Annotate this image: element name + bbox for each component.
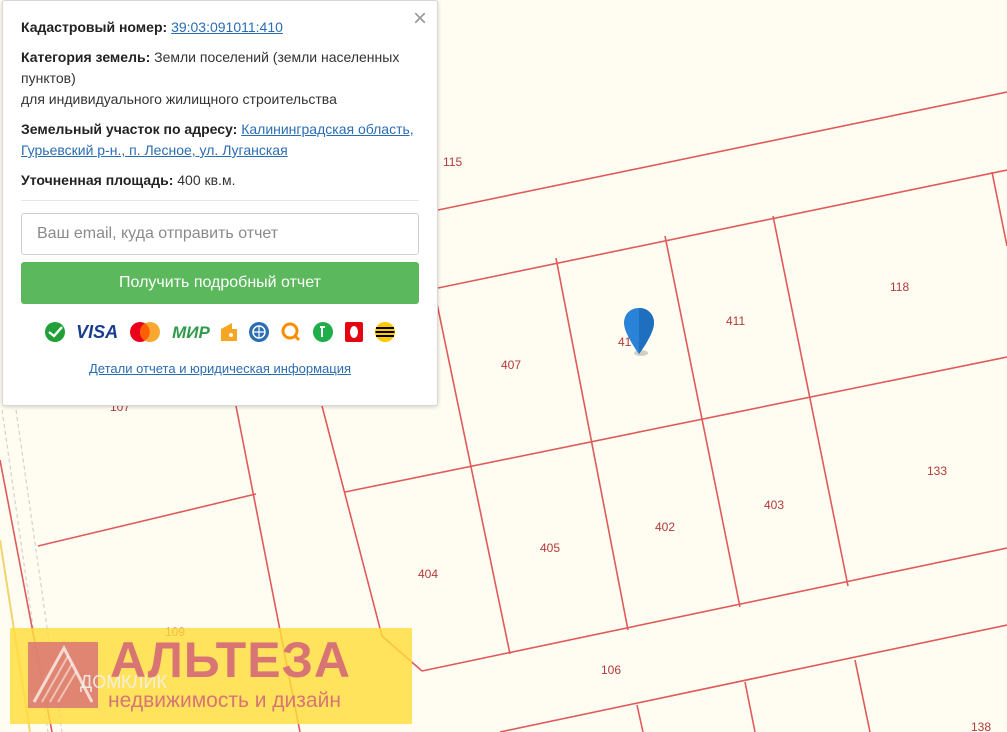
mir-icon: МИР — [172, 322, 210, 342]
parcel-boundary — [499, 624, 1007, 732]
plot-label: 403 — [764, 498, 784, 512]
parcel-boundary — [555, 257, 629, 631]
plot-label: 404 — [418, 567, 438, 581]
parcel-boundary — [437, 91, 1007, 211]
cadastral-number-link[interactable]: 39:03:091011:410 — [171, 19, 283, 35]
mastercard-icon — [128, 321, 162, 343]
cadastral-number-label: Кадастровый номер: — [21, 19, 168, 35]
plot-label: 133 — [927, 464, 947, 478]
plot-label: 115 — [443, 155, 462, 169]
plot-label: 407 — [501, 358, 521, 372]
parcel-info-popup: × Кадастровый номер: 39:03:091011:410 Ка… — [2, 0, 438, 406]
divider — [21, 200, 419, 201]
location-pin-icon[interactable] — [622, 306, 656, 358]
parcel-boundary — [744, 681, 756, 732]
land-use-value: для индивидуального жилищного строительс… — [21, 91, 337, 107]
payment-methods: VISA МИР — [21, 320, 419, 344]
parcel-boundary — [991, 171, 1007, 247]
address-label: Земельный участок по адресу: — [21, 121, 238, 137]
watermark-title: АЛЬТЕЗА — [110, 632, 352, 688]
parcel-boundary — [636, 704, 644, 732]
qiwi-icon — [280, 321, 302, 343]
parcel-boundary — [429, 269, 511, 655]
mts-icon — [344, 321, 364, 343]
parcel-boundary — [854, 659, 871, 732]
parcel-boundary — [37, 493, 257, 547]
sberbank-online-icon — [312, 321, 334, 343]
parcel-boundary — [437, 169, 1007, 289]
email-input[interactable] — [21, 213, 419, 255]
plot-label: 118 — [890, 280, 909, 294]
sberbank-icon — [44, 321, 66, 343]
plot-label: 138 — [971, 720, 991, 732]
area-label: Уточненная площадь: — [21, 172, 174, 188]
land-category-row: Категория земель: Земли поселений (земли… — [21, 47, 419, 110]
webmoney-icon — [248, 321, 270, 343]
area-row: Уточненная площадь: 400 кв.м. — [21, 170, 419, 191]
yandex-money-icon — [220, 321, 238, 343]
close-icon[interactable]: × — [413, 7, 427, 31]
report-details-link[interactable]: Детали отчета и юридическая информация — [21, 358, 419, 379]
parcel-boundary — [344, 356, 1007, 493]
parcel-boundary — [772, 215, 849, 587]
watermark-subtitle: недвижимость и дизайн — [108, 689, 341, 712]
plot-label: 411 — [726, 314, 745, 328]
area-value: 400 кв.м. — [177, 172, 236, 188]
plot-label: 402 — [655, 520, 675, 534]
altezza-watermark: ДОМКЛИК АЛЬТЕЗА недвижимость и дизайн — [10, 628, 412, 724]
address-row: Земельный участок по адресу: Калининград… — [21, 119, 419, 161]
cadastral-number-row: Кадастровый номер: 39:03:091011:410 — [21, 17, 419, 38]
parcel-boundary — [664, 235, 741, 608]
beeline-icon — [374, 321, 396, 343]
plot-label: 405 — [540, 541, 560, 555]
plot-label: 106 — [601, 663, 621, 677]
visa-icon: VISA — [76, 321, 119, 342]
get-report-button[interactable]: Получить подробный отчет — [21, 262, 419, 304]
land-category-label: Категория земель: — [21, 49, 151, 65]
